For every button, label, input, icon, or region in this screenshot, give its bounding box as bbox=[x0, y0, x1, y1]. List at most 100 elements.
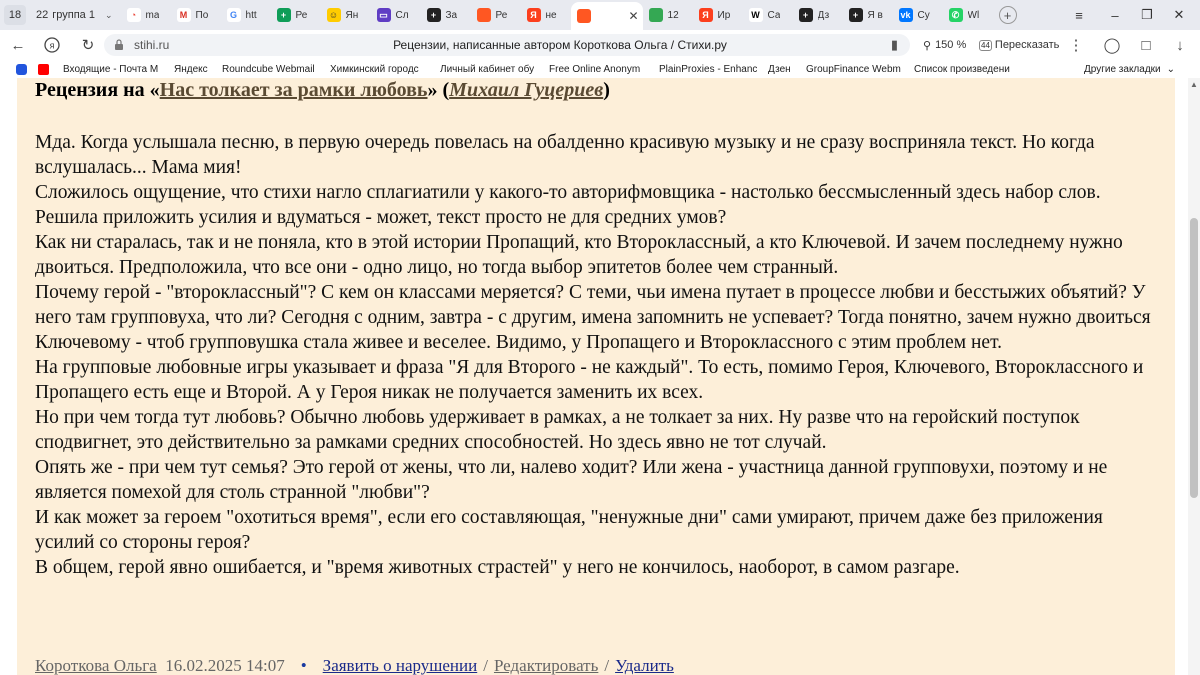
bookmark-icon[interactable]: ▮ bbox=[891, 37, 898, 53]
close-window-icon[interactable]: ✕ bbox=[1166, 0, 1192, 30]
minimize-icon[interactable]: – bbox=[1102, 0, 1128, 30]
browser-tab[interactable]: + Я в bbox=[843, 3, 893, 27]
browser-tab[interactable]: Я Ир bbox=[693, 3, 743, 27]
scroll-thumb[interactable] bbox=[1190, 218, 1198, 498]
heading-middle: » ( bbox=[427, 79, 450, 101]
review-paragraph: Сложилось ощущение, что стихи нагло спла… bbox=[35, 182, 1101, 203]
browser-tab[interactable]: Ghtt bbox=[221, 3, 271, 27]
reload-icon[interactable]: ↻ bbox=[74, 30, 102, 60]
close-tab-icon[interactable]: ✕ bbox=[628, 9, 638, 23]
tab-title: Дз bbox=[817, 9, 830, 21]
review-datetime: 16.02.2025 14:07 bbox=[165, 656, 285, 675]
zoom-value: 150 % bbox=[935, 39, 967, 51]
restore-icon[interactable]: ❐ bbox=[1134, 0, 1160, 30]
delete-link[interactable]: Удалить bbox=[615, 656, 674, 675]
other-bookmarks[interactable]: Другие закладки ⌄ bbox=[1084, 62, 1175, 76]
page-content: Рецензия на «Нас толкает за рамки любовь… bbox=[0, 78, 1188, 675]
tab-group-label: группа 1 bbox=[52, 9, 95, 21]
tab-favicon-icon: + bbox=[276, 8, 291, 22]
other-bookmarks-label: Другие закладки bbox=[1084, 63, 1161, 75]
lock-icon bbox=[115, 39, 123, 50]
browser-tab[interactable]: M По bbox=[171, 3, 221, 27]
youtube-icon bbox=[38, 63, 49, 75]
page-title: Рецензии, написанные автором Короткова О… bbox=[393, 38, 727, 52]
chevron-down-icon[interactable]: ⌄ bbox=[105, 10, 113, 21]
review-author-link[interactable]: Короткова Ольга bbox=[35, 656, 157, 675]
tab-favicon-icon bbox=[476, 8, 491, 22]
bookmark-item[interactable]: GroupFinance Webm bbox=[806, 62, 901, 76]
bookmark-item[interactable]: PlainProxies - Enhanc bbox=[659, 62, 757, 76]
browser-tab[interactable]: ▭ Сл bbox=[371, 3, 421, 27]
tab-count-button[interactable]: 18 bbox=[4, 5, 26, 25]
tab-favicon-icon: ☺ bbox=[326, 8, 341, 22]
bookmark-item[interactable]: Free Online Anonym bbox=[549, 62, 640, 76]
bookmark-item[interactable]: Список произведени bbox=[914, 62, 1010, 76]
zoom-indicator[interactable]: ⚲ 150 % bbox=[917, 36, 972, 54]
review-paragraph: Почему герой - "второклассный"? С кем он… bbox=[35, 282, 1151, 353]
url-box[interactable]: stihi.ru Рецензии, написанные автором Ко… bbox=[104, 34, 910, 56]
bookmarks-bar: Входящие - Почта М Яндекс Roundcube Webmai… bbox=[0, 60, 1200, 78]
heading-prefix: Рецензия на « bbox=[35, 79, 160, 101]
browser-tab[interactable]: + За bbox=[421, 3, 471, 27]
tab-group-count: 22 bbox=[36, 9, 49, 21]
edit-link[interactable]: Редактировать bbox=[494, 656, 598, 675]
tab-favicon-icon: G bbox=[226, 8, 241, 22]
browser-tab[interactable]: ✕ bbox=[570, 2, 643, 30]
more-vertical-icon[interactable]: ⋮ bbox=[1062, 30, 1090, 60]
retell-button[interactable]: 44 Пересказать bbox=[975, 36, 1063, 54]
browser-tab[interactable]: Ре bbox=[471, 3, 521, 27]
bookmark-item[interactable]: Roundcube Webmail bbox=[222, 62, 315, 76]
protect-shield-icon[interactable]: ◯ bbox=[1098, 30, 1126, 60]
browser-tab[interactable]: ☺ Ян bbox=[321, 3, 371, 27]
tab-favicon-icon bbox=[648, 8, 663, 22]
url-text: stihi.ru bbox=[134, 38, 170, 52]
review-paragraph: Мда. Когда услышала песню, в первую очер… bbox=[35, 132, 1095, 178]
bookmark-item[interactable]: Личный кабинет обу bbox=[440, 62, 534, 76]
new-tab-button[interactable]: + bbox=[998, 6, 1017, 24]
bookmark-label: Free Online Anonym bbox=[549, 63, 641, 75]
tab-favicon-icon: ✆ bbox=[948, 8, 963, 22]
bookmark-item[interactable]: Яндекс bbox=[174, 62, 208, 76]
tab-title: Ир bbox=[717, 9, 731, 21]
tab-title: Wl bbox=[967, 9, 980, 21]
downloads-icon[interactable]: ↓ bbox=[1166, 30, 1194, 60]
collections-icon[interactable]: □ bbox=[1132, 30, 1160, 60]
work-title-link[interactable]: Нас толкает за рамки любовь bbox=[160, 79, 428, 101]
review-card: Рецензия на «Нас толкает за рамки любовь… bbox=[17, 78, 1175, 675]
browser-tab[interactable]: ◔ ma bbox=[121, 3, 171, 27]
bookmark-item[interactable]: Дзен bbox=[768, 62, 791, 76]
review-paragraph: Опять же - при чем тут семья? Это герой … bbox=[35, 457, 1108, 503]
bookmark-label: Дзен bbox=[768, 63, 791, 75]
yandex-logo-icon[interactable]: я bbox=[38, 30, 66, 60]
review-heading: Рецензия на «Нас толкает за рамки любовь… bbox=[35, 79, 610, 102]
back-arrow-icon[interactable]: ← bbox=[4, 30, 32, 60]
scroll-up-arrow-icon[interactable]: ▲ bbox=[1190, 80, 1198, 89]
tab-menu-icon[interactable]: ≡ bbox=[1066, 0, 1092, 30]
browser-tab[interactable]: W Са bbox=[743, 3, 793, 27]
tab-title: htt bbox=[245, 9, 257, 21]
bookmark-apps-icon[interactable] bbox=[16, 62, 31, 76]
bookmark-item[interactable]: Входящие - Почта М bbox=[38, 62, 158, 76]
tab-favicon-icon: W bbox=[748, 8, 763, 22]
svg-text:я: я bbox=[50, 41, 55, 51]
tab-title: Ре bbox=[295, 9, 308, 21]
review-paragraph: Как ни старалась, так и не поняла, кто в… bbox=[35, 232, 1123, 278]
tab-group[interactable]: 22 группа 1 ⌄ bbox=[30, 4, 119, 26]
bookmark-item[interactable]: Химкинский городс bbox=[330, 62, 419, 76]
bookmark-label: Личный кабинет обу bbox=[440, 63, 535, 75]
report-link[interactable]: Заявить о нарушении bbox=[323, 656, 478, 675]
browser-tab[interactable]: vk Су bbox=[893, 3, 943, 27]
vertical-scrollbar[interactable]: ▲ bbox=[1188, 78, 1200, 675]
tab-title: Су bbox=[917, 9, 930, 21]
browser-tab[interactable]: 12 bbox=[643, 3, 693, 27]
bookmark-label: Roundcube Webmail bbox=[222, 63, 315, 75]
browser-tab[interactable]: ✆ Wl bbox=[943, 3, 993, 27]
browser-tab[interactable]: + Ре bbox=[271, 3, 321, 27]
browser-tab[interactable]: Яне bbox=[521, 3, 571, 27]
author-link[interactable]: Михаил Гуцериев bbox=[449, 79, 603, 101]
tab-favicon-icon bbox=[576, 9, 591, 23]
review-paragraph: В общем, герой явно ошибается, и "время … bbox=[35, 557, 960, 578]
browser-tab[interactable]: + Дз bbox=[793, 3, 843, 27]
heading-suffix: ) bbox=[603, 79, 610, 101]
tab-title: ma bbox=[145, 9, 160, 21]
